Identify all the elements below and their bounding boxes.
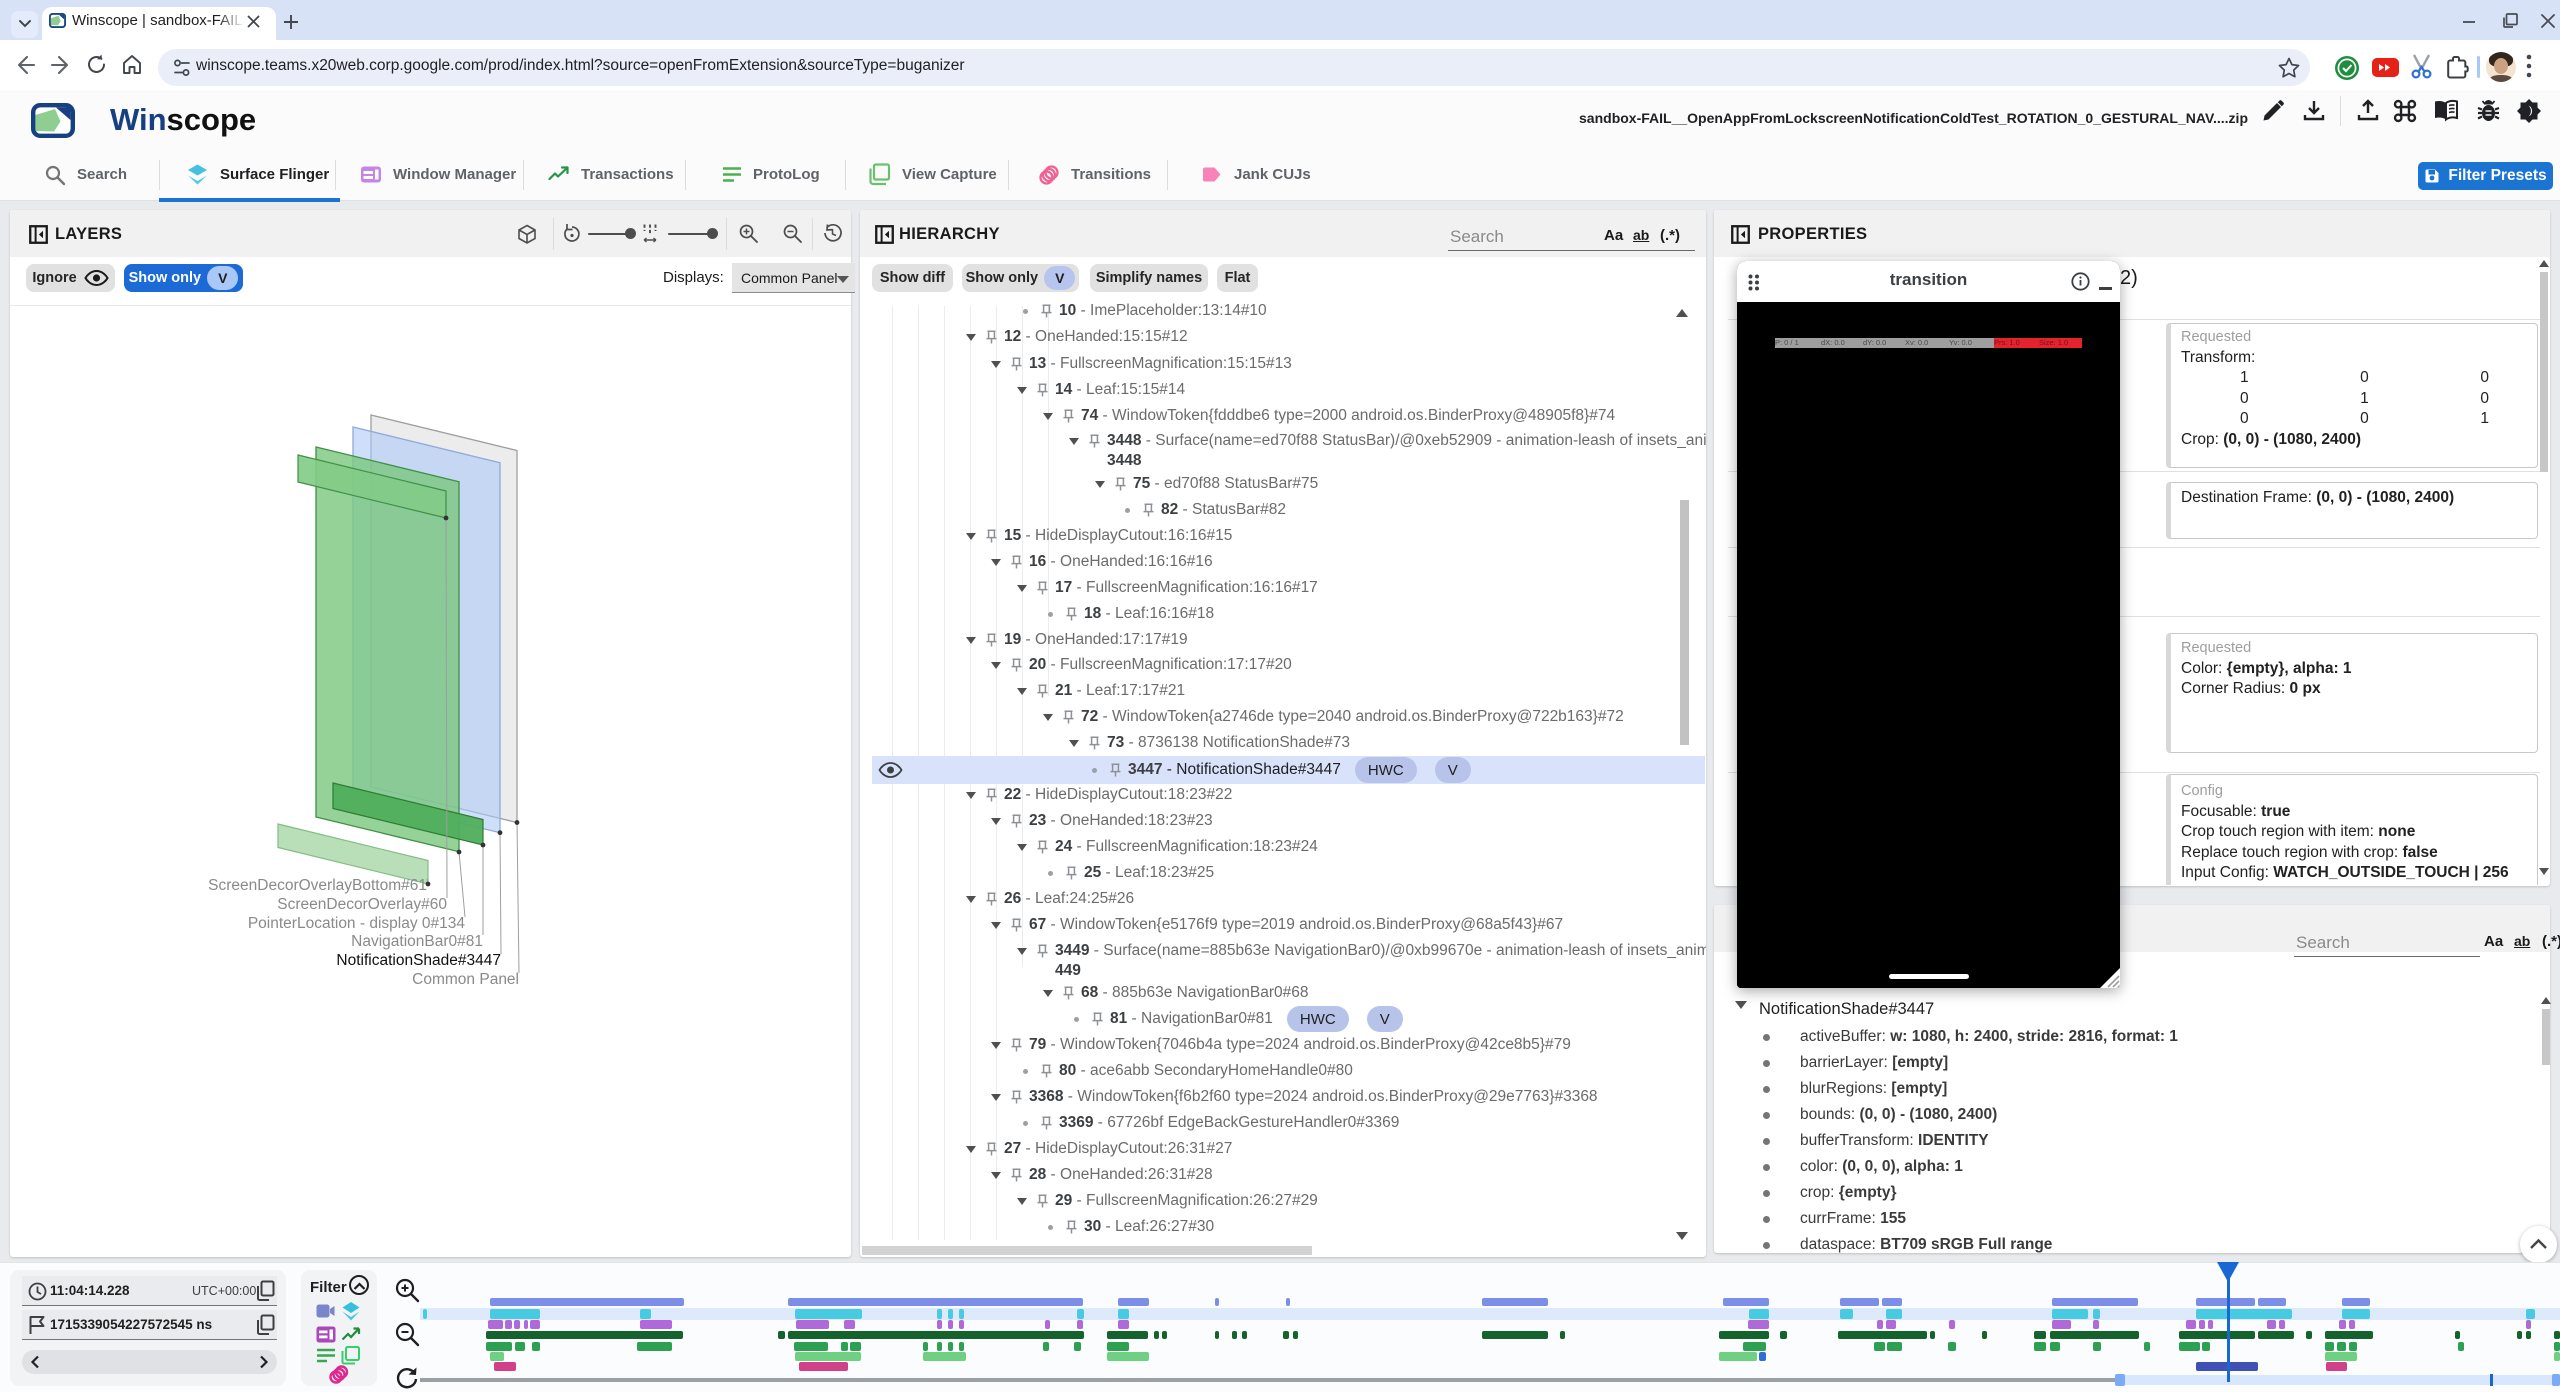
svg-text:Common Panel: Common Panel <box>412 971 519 988</box>
svg-text:NavigationBar0#81: NavigationBar0#81 <box>351 933 483 950</box>
svg-text:ScreenDecorOverlayBottom#61: ScreenDecorOverlayBottom#61 <box>208 877 427 894</box>
svg-text:ScreenDecorOverlay#60: ScreenDecorOverlay#60 <box>277 896 447 913</box>
svg-text:NotificationShade#3447: NotificationShade#3447 <box>336 952 501 969</box>
svg-text:PointerLocation - display 0#13: PointerLocation - display 0#134 <box>248 915 466 932</box>
